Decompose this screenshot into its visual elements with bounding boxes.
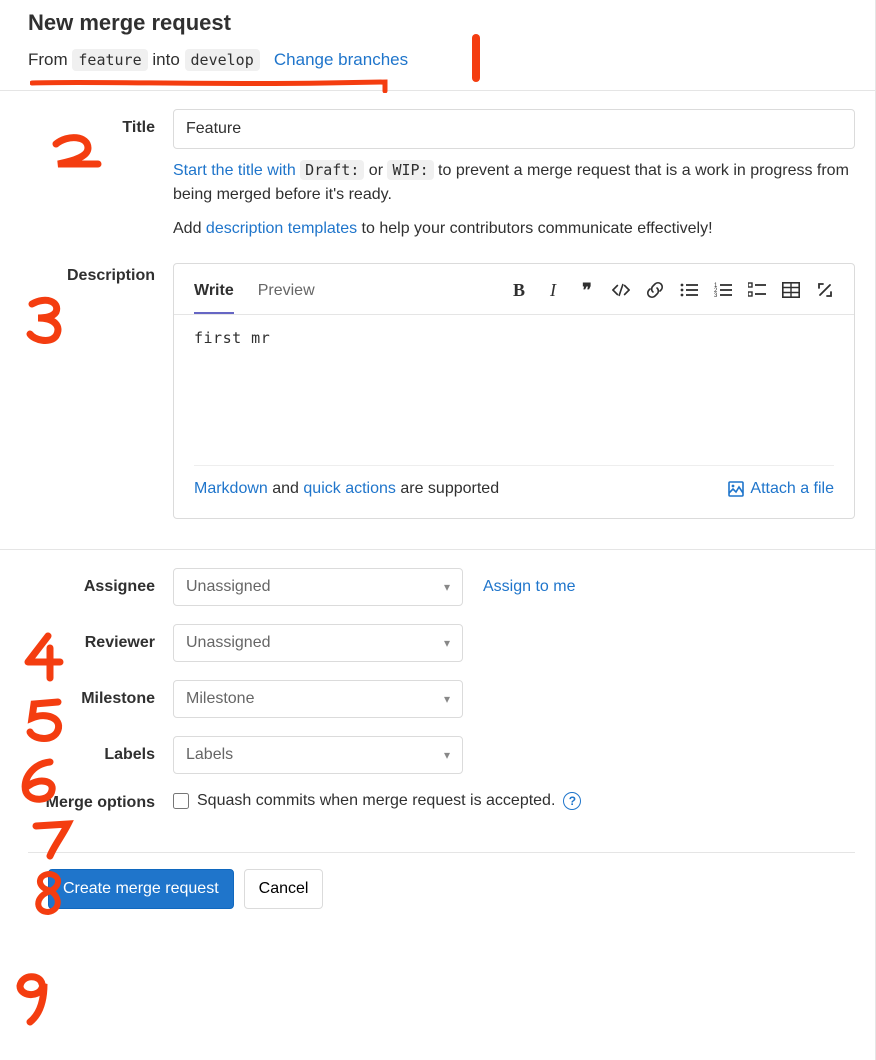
attach-file-button[interactable]: Attach a file <box>728 480 834 498</box>
change-branches-link[interactable]: Change branches <box>274 50 408 69</box>
title-input[interactable] <box>173 109 855 149</box>
title-helper: Start the title with Draft: or WIP: to p… <box>173 159 855 207</box>
form-actions: Create merge request Cancel <box>28 852 855 909</box>
reviewer-dropdown[interactable]: Unassigned ▾ <box>173 624 463 662</box>
link-icon[interactable] <box>646 281 664 299</box>
bullet-list-icon[interactable] <box>680 281 698 299</box>
squash-checkbox-row[interactable]: Squash commits when merge request is acc… <box>173 792 855 810</box>
from-label: From <box>28 50 68 69</box>
source-branch: feature <box>72 49 147 71</box>
tab-write[interactable]: Write <box>194 274 234 314</box>
or-text: or <box>364 162 387 179</box>
assign-to-me-link[interactable]: Assign to me <box>483 578 575 596</box>
description-label: Description <box>28 259 173 285</box>
editor-toolbar: B I ❞ 123 <box>510 281 834 307</box>
cancel-button[interactable]: Cancel <box>244 869 324 909</box>
draft-code: Draft: <box>300 160 364 180</box>
italic-icon[interactable]: I <box>544 281 562 299</box>
merge-options-label: Merge options <box>28 792 173 812</box>
chevron-down-icon: ▾ <box>444 580 450 594</box>
milestone-label: Milestone <box>28 680 173 708</box>
help-icon[interactable]: ? <box>563 792 581 810</box>
bold-icon[interactable]: B <box>510 281 528 299</box>
markdown-link[interactable]: Markdown <box>194 480 268 497</box>
assignee-value: Unassigned <box>186 578 271 596</box>
milestone-dropdown[interactable]: Milestone ▾ <box>173 680 463 718</box>
description-editor: Write Preview B I ❞ <box>173 263 855 519</box>
create-merge-request-button[interactable]: Create merge request <box>48 869 234 909</box>
annotation-9 <box>12 970 54 1026</box>
table-icon[interactable] <box>782 281 800 299</box>
code-icon[interactable] <box>612 281 630 299</box>
templates-helper: Add description templates to help your c… <box>173 217 855 241</box>
tab-preview[interactable]: Preview <box>258 274 315 314</box>
title-label: Title <box>28 109 173 137</box>
image-icon <box>728 481 744 497</box>
milestone-value: Milestone <box>186 690 254 708</box>
quote-icon[interactable]: ❞ <box>578 281 596 299</box>
attach-file-label: Attach a file <box>750 480 834 498</box>
into-label: into <box>152 50 179 69</box>
templates-prefix: Add <box>173 220 206 237</box>
reviewer-label: Reviewer <box>28 624 173 652</box>
squash-checkbox[interactable] <box>173 793 189 809</box>
templates-suffix: to help your contributors communicate ef… <box>357 220 712 237</box>
and-text: and <box>268 480 304 497</box>
chevron-down-icon: ▾ <box>444 636 450 650</box>
quick-actions-link[interactable]: quick actions <box>303 480 396 497</box>
target-branch: develop <box>185 49 260 71</box>
chevron-down-icon: ▾ <box>444 692 450 706</box>
branch-summary: From feature into develop Change branche… <box>28 50 855 70</box>
chevron-down-icon: ▾ <box>444 748 450 762</box>
wip-code: WIP: <box>387 160 433 180</box>
squash-label: Squash commits when merge request is acc… <box>197 792 555 810</box>
task-list-icon[interactable] <box>748 281 766 299</box>
fullscreen-icon[interactable] <box>816 281 834 299</box>
markdown-support-text: Markdown and quick actions are supported <box>194 480 499 498</box>
labels-value: Labels <box>186 746 233 764</box>
assignee-dropdown[interactable]: Unassigned ▾ <box>173 568 463 606</box>
labels-dropdown[interactable]: Labels ▾ <box>173 736 463 774</box>
supported-text: are supported <box>396 480 499 497</box>
numbered-list-icon[interactable]: 123 <box>714 281 732 299</box>
reviewer-value: Unassigned <box>186 634 271 652</box>
start-title-link[interactable]: Start the title with <box>173 162 300 179</box>
description-textarea[interactable] <box>174 315 854 460</box>
description-templates-link[interactable]: description templates <box>206 220 357 237</box>
labels-label: Labels <box>28 736 173 764</box>
svg-text:3: 3 <box>714 293 718 298</box>
page-title: New merge request <box>28 10 855 36</box>
assignee-label: Assignee <box>28 568 173 596</box>
